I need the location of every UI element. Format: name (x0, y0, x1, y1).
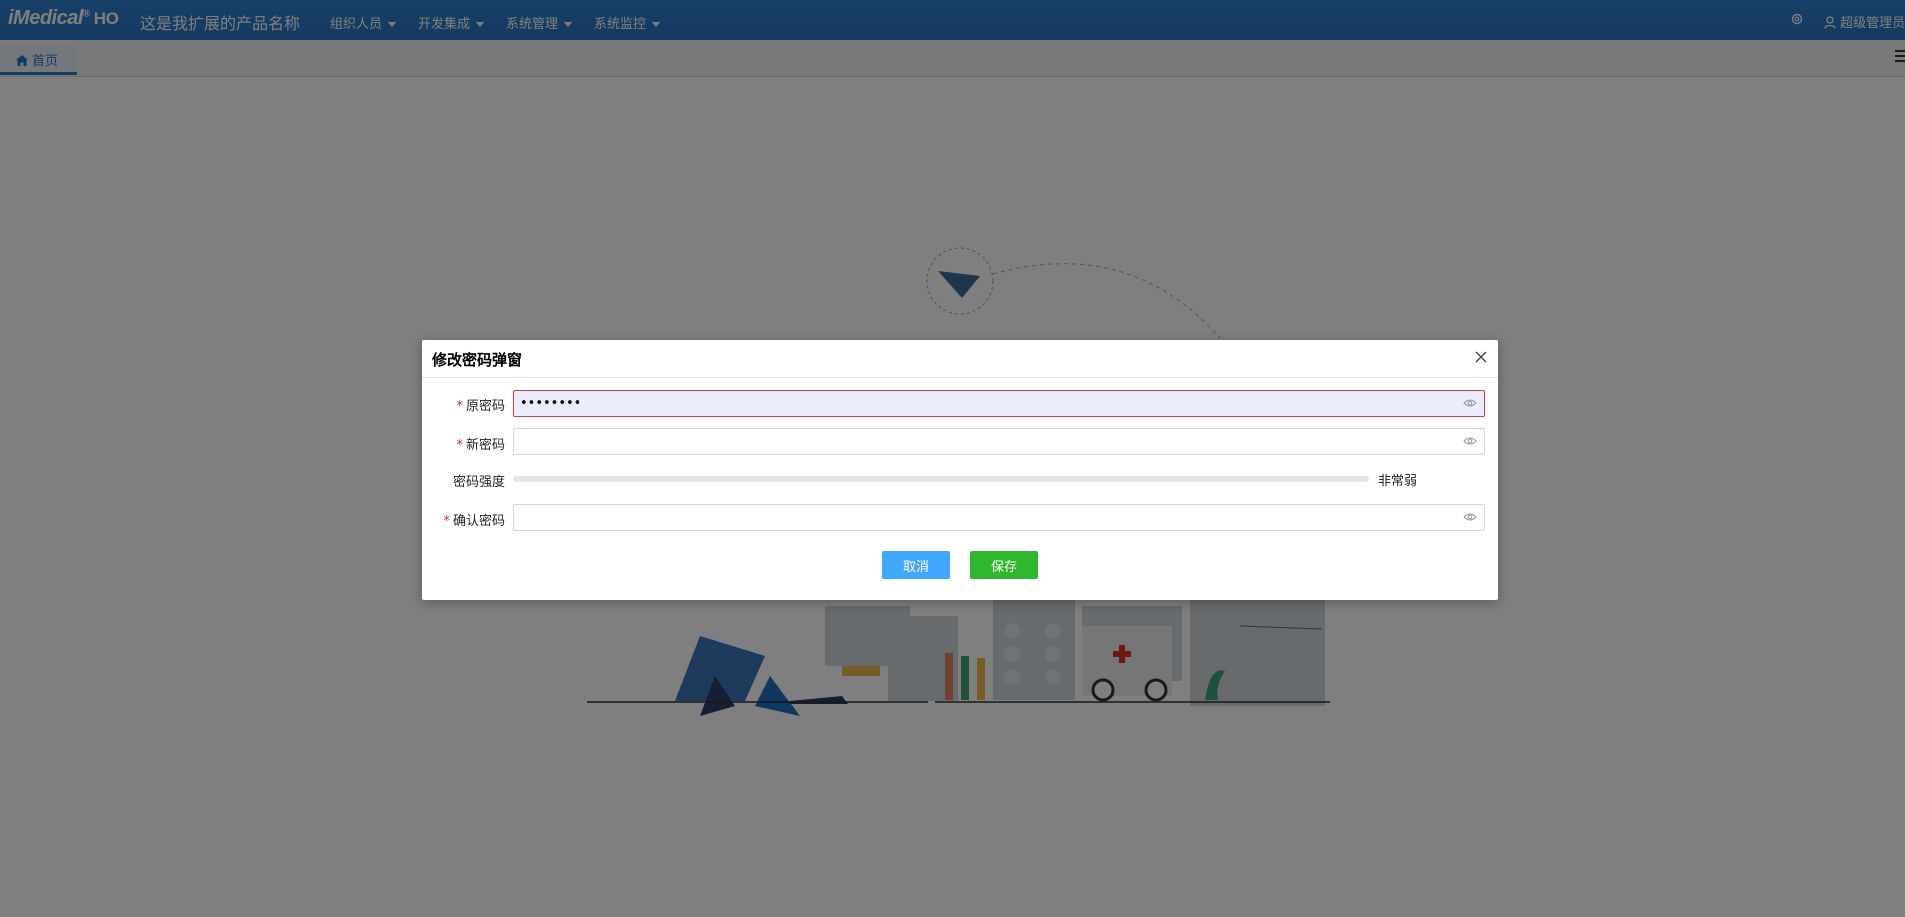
required-asterisk: * (443, 514, 450, 529)
close-icon[interactable] (1474, 350, 1488, 364)
new-password-label: * 新密码 (456, 438, 505, 453)
eye-icon[interactable] (1463, 436, 1477, 446)
password-strength-value: 非常弱 (1378, 474, 1418, 489)
confirm-password-field (513, 504, 1485, 531)
old-password-input[interactable] (514, 391, 1456, 416)
old-password-field (513, 390, 1485, 417)
dialog-title: 修改密码弹窗 (432, 351, 523, 369)
cancel-button[interactable]: 取消 (882, 551, 950, 579)
new-password-input[interactable] (514, 429, 1456, 454)
new-password-field (513, 428, 1485, 455)
password-strength-bar (513, 476, 1369, 482)
required-asterisk: * (456, 438, 463, 453)
confirm-password-input[interactable] (514, 505, 1456, 530)
eye-icon[interactable] (1463, 398, 1477, 408)
save-button[interactable]: 保存 (970, 551, 1038, 579)
change-password-dialog: 修改密码弹窗 *原密码 *新密码 密码强度 非常弱 *确认密码 取消 保存 (422, 340, 1498, 600)
confirm-password-label: * 确认密码 (443, 514, 505, 529)
required-asterisk: * (456, 399, 463, 414)
eye-icon[interactable] (1463, 512, 1477, 522)
old-password-label: * 原密码 (456, 399, 505, 414)
dialog-divider (422, 377, 1498, 378)
password-strength-label: 密码强度 (452, 475, 505, 490)
